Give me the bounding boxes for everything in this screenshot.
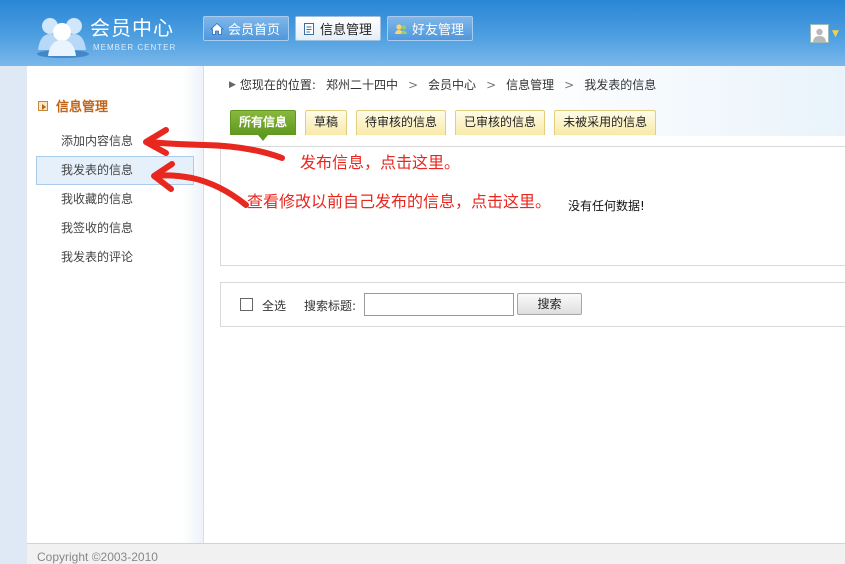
tab-rejected[interactable]: 未被采用的信息 [554, 110, 657, 135]
search-button[interactable]: 搜索 [517, 293, 582, 315]
logo-subtitle: MEMBER CENTER [93, 43, 177, 52]
sidebar-item-add-content[interactable]: 添加内容信息 [36, 127, 194, 156]
sidebar-menu: 添加内容信息 我发表的信息 我收藏的信息 我签收的信息 我发表的评论 [36, 127, 194, 272]
tab-pending-review[interactable]: 待审核的信息 [356, 110, 447, 135]
breadcrumb-member-center[interactable]: 会员中心 [428, 76, 476, 93]
logo: 会员中心 MEMBER CENTER [36, 8, 186, 60]
friends-icon [395, 23, 408, 34]
sidebar-item-my-favorites[interactable]: 我收藏的信息 [36, 185, 194, 214]
nav-member-home-label: 会员首页 [228, 23, 281, 38]
search-title-label: 搜索标题: [304, 299, 357, 313]
logo-title: 会员中心 [90, 16, 174, 40]
members-logo-icon [37, 18, 89, 58]
empty-message: 没有任何数据! [568, 199, 645, 213]
section-arrow-icon [38, 100, 48, 111]
sidebar-item-my-comments[interactable]: 我发表的评论 [36, 243, 194, 272]
breadcrumb: ▶ 您现在的位置: 郑州二十四中 > 会员中心 > 信息管理 > 我发表的信息 [229, 76, 656, 93]
sidebar-item-my-posts[interactable]: 我发表的信息 [36, 156, 194, 185]
header-bar: 会员中心 MEMBER CENTER 会员首页 信息管理 好友管理 ▼ [0, 0, 845, 66]
sidebar-heading: 信息管理 [38, 96, 108, 115]
nav-friend-manage-label: 好友管理 [412, 23, 465, 38]
sidebar: 信息管理 添加内容信息 我发表的信息 我收藏的信息 我签收的信息 我发表的评论 [27, 66, 204, 543]
nav-info-manage-label: 信息管理 [320, 23, 373, 38]
breadcrumb-info-manage[interactable]: 信息管理 [506, 76, 554, 93]
user-dropdown-arrow-icon[interactable]: ▼ [832, 29, 839, 39]
nav-member-home[interactable]: 会员首页 [203, 16, 290, 41]
breadcrumb-current: 我发表的信息 [584, 78, 657, 92]
home-icon [210, 22, 224, 35]
top-nav: 会员首页 信息管理 好友管理 [203, 16, 474, 42]
search-input[interactable] [364, 293, 514, 316]
nav-friend-manage[interactable]: 好友管理 [387, 16, 474, 41]
tab-all-info[interactable]: 所有信息 [230, 110, 297, 141]
nav-info-manage[interactable]: 信息管理 [295, 16, 382, 41]
search-bar: 全选 搜索标题: 搜索 [220, 282, 845, 327]
breadcrumb-arrow-icon: ▶ [229, 79, 236, 90]
breadcrumb-separator: > [407, 77, 419, 92]
breadcrumb-separator: > [564, 77, 575, 92]
sidebar-heading-label: 信息管理 [56, 100, 109, 115]
select-all-label: 全选 [262, 299, 287, 313]
tab-drafts[interactable]: 草稿 [305, 110, 348, 135]
annotation-publish-hint: 发布信息，点击这里。 [300, 153, 461, 172]
avatar[interactable] [810, 24, 829, 43]
user-silhouette-icon [813, 28, 826, 42]
breadcrumb-lead: 您现在的位置: [239, 78, 316, 92]
sidebar-item-my-received[interactable]: 我签收的信息 [36, 214, 194, 243]
footer: Copyright ©2003-2010 [27, 543, 845, 564]
breadcrumb-separator: > [486, 77, 497, 92]
user-menu[interactable]: ▼ [810, 24, 839, 43]
info-tabs: 所有信息 草稿 待审核的信息 已审核的信息 未被采用的信息 [230, 110, 657, 141]
annotation-edit-hint: 查看修改以前自己发布的信息，点击这里。 [247, 192, 552, 211]
select-all-checkbox[interactable] [240, 298, 253, 311]
tab-reviewed[interactable]: 已审核的信息 [455, 110, 546, 135]
breadcrumb-school[interactable]: 郑州二十四中 [326, 76, 398, 93]
copyright-text: Copyright ©2003-2010 [37, 550, 158, 564]
main-content: ▶ 您现在的位置: 郑州二十四中 > 会员中心 > 信息管理 > 我发表的信息 … [204, 66, 845, 543]
document-icon [304, 22, 315, 35]
